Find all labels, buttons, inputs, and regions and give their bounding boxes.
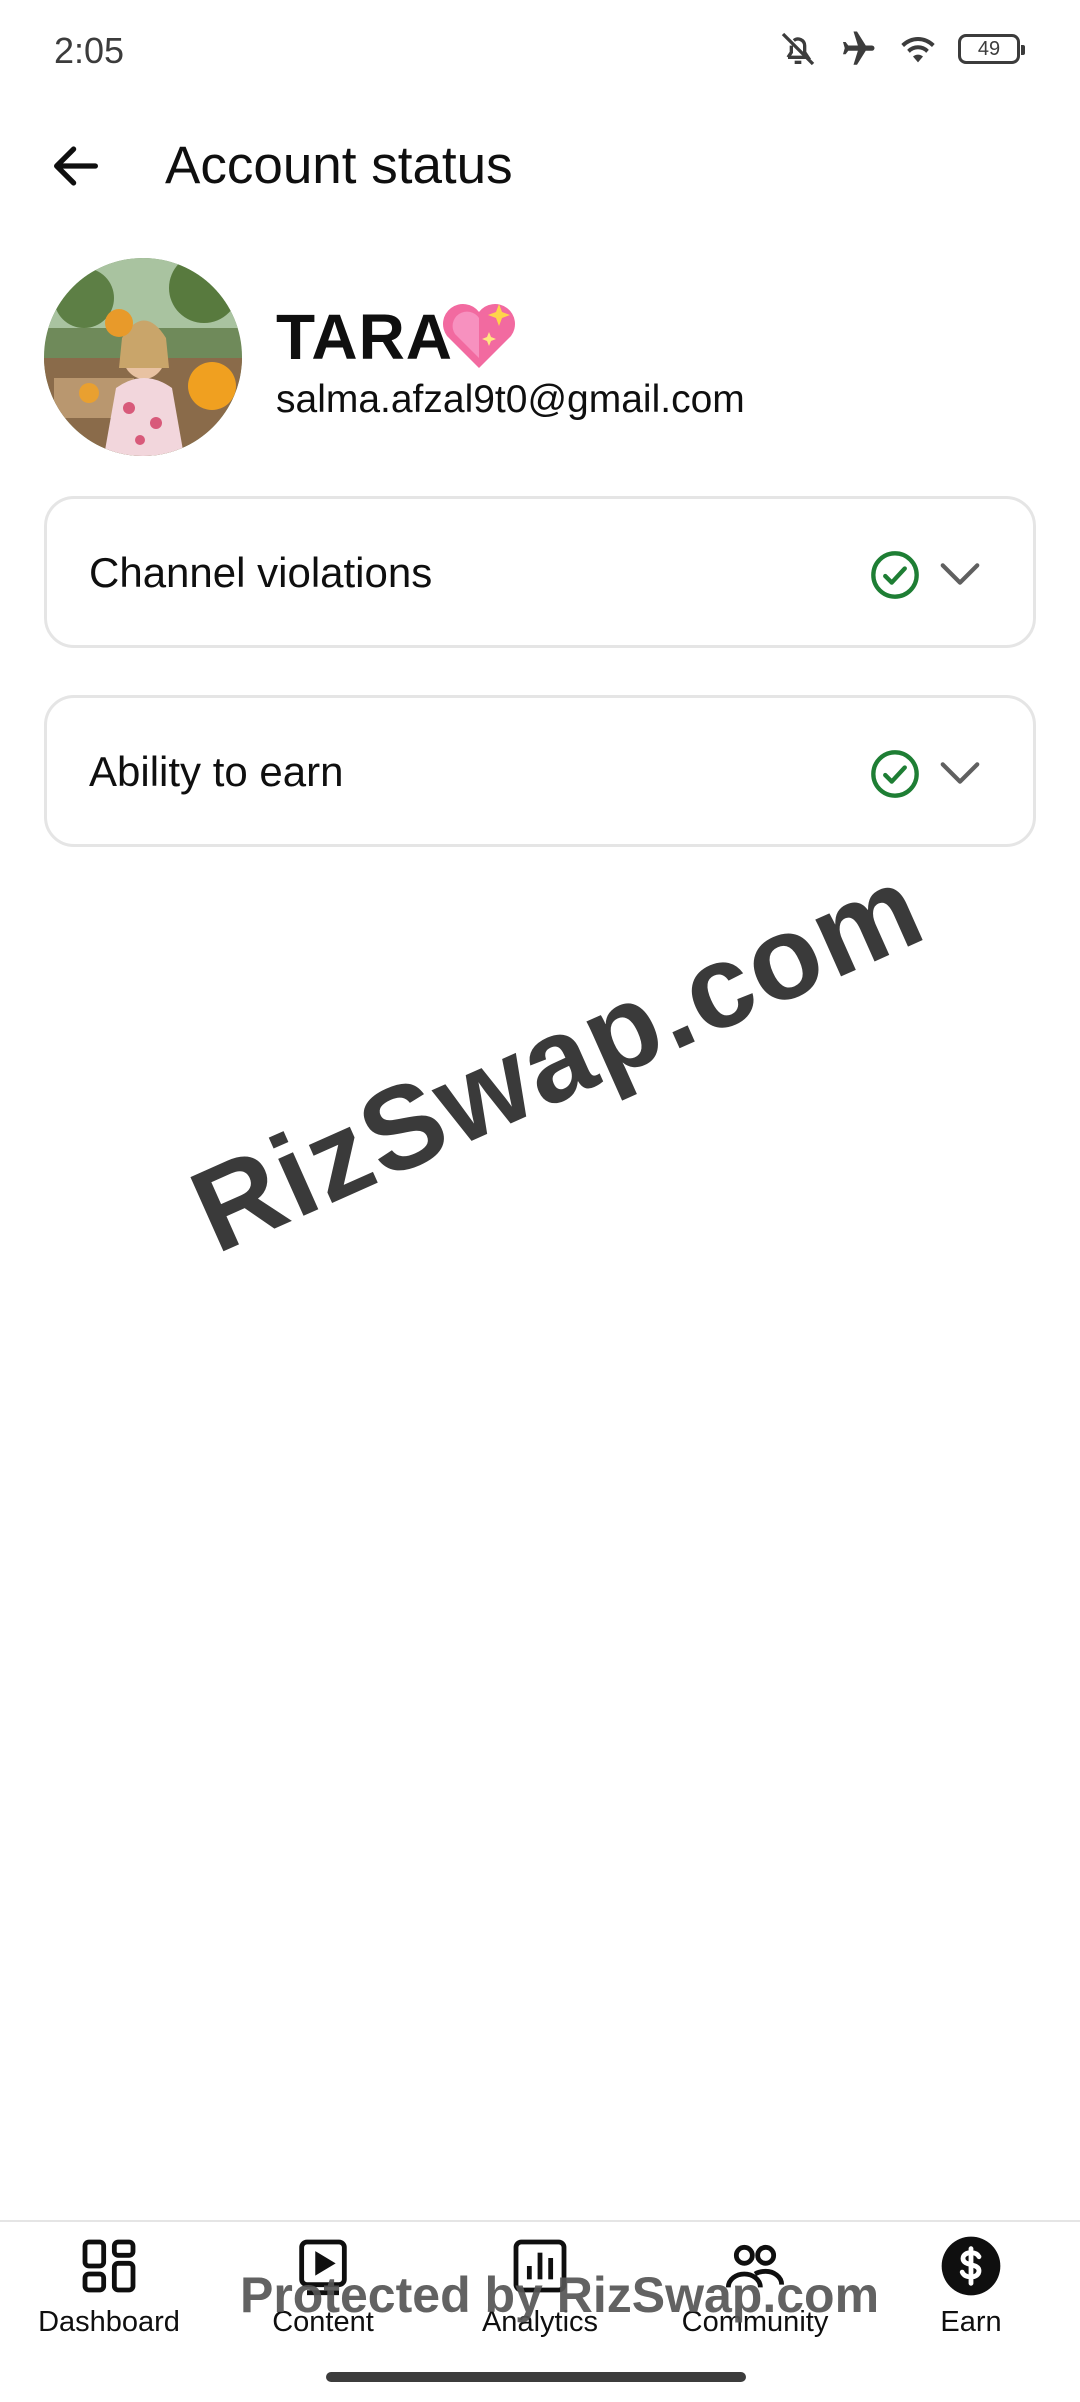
avatar [44,258,242,456]
status-icons: 49 [778,28,1025,70]
wifi-icon [901,36,935,63]
bell-off-icon [781,32,815,66]
arrow-left-icon [54,146,98,186]
battery-level: 49 [977,37,1001,60]
page-title: Account status [165,136,513,195]
account-email: salma.afzal9t0@gmail.com [276,378,745,421]
card-label: Ability to earn [89,748,344,795]
channel-violations-card[interactable]: Channel violations [44,496,1036,648]
app-header: Account status [0,110,1080,220]
sparkling-heart-icon [443,304,515,368]
airplane-icon [843,31,875,65]
card-label: Channel violations [89,549,433,596]
check-circle-icon [871,551,919,599]
battery-icon: 49 [958,34,1025,64]
nav-item-earn[interactable]: Earn [871,2234,1071,2374]
dollar-icon [941,2236,1001,2296]
nav-label: Dashboard [38,2306,180,2338]
profile-section: TARA salma.afzal9t0@gmail.com [44,258,1044,458]
check-circle-icon [871,750,919,798]
nav-item-dashboard[interactable]: Dashboard [9,2234,209,2374]
channel-name: TARA [276,301,453,373]
dashboard-icon [82,2239,136,2293]
nav-label: Earn [940,2306,1002,2338]
status-time: 2:05 [54,30,125,71]
chevron-down-icon[interactable] [937,754,983,794]
watermark: RizSwap.com [173,839,942,1279]
status-bar: 2:05 49 [0,0,1080,110]
back-button[interactable] [40,130,112,202]
home-indicator[interactable] [326,2372,746,2382]
protected-watermark: Protected by RizSwap.com [240,2267,880,2323]
chevron-down-icon[interactable] [937,555,983,595]
ability-to-earn-card[interactable]: Ability to earn [44,695,1036,847]
